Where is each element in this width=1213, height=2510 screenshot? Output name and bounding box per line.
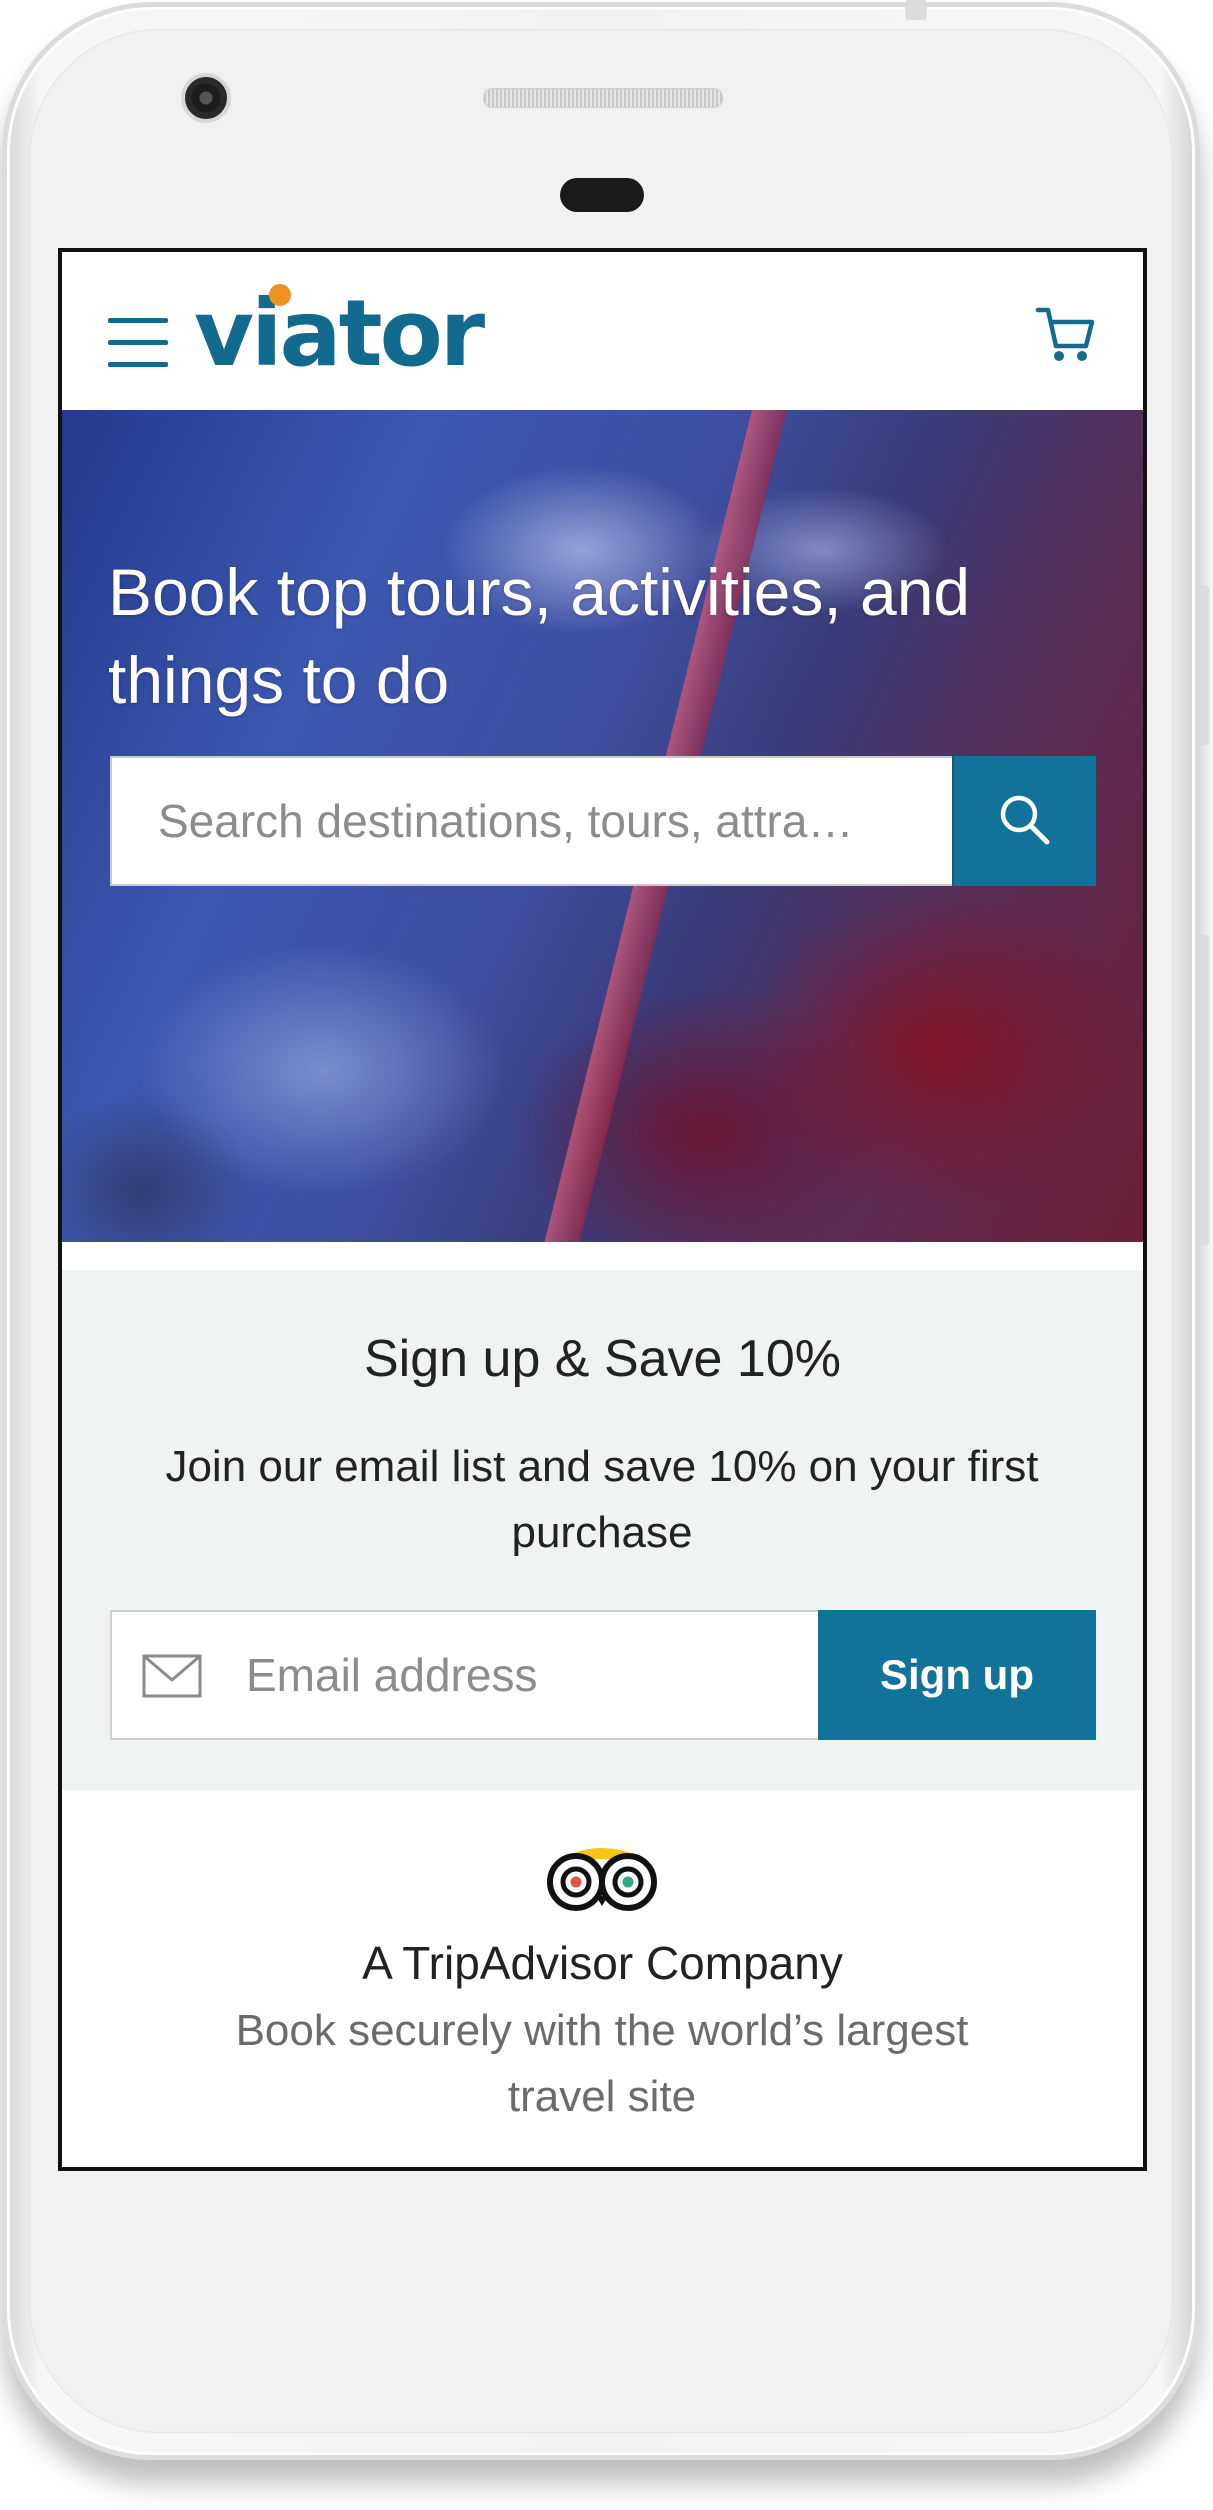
hero-banner: Book top tours, activities, and things t… — [62, 410, 1143, 1242]
logo-accent-dot — [269, 284, 291, 306]
search-bar — [110, 756, 1096, 886]
email-form: Sign up — [110, 1610, 1096, 1740]
phone-power-button — [1197, 585, 1209, 745]
hero-title: Book top tours, activities, and things t… — [108, 555, 971, 717]
newsletter-signup: Sign up & Save 10% Join our email list a… — [62, 1270, 1143, 1790]
hamburger-menu-icon[interactable] — [108, 318, 168, 368]
email-field[interactable] — [222, 1612, 812, 1738]
footer-tagline: Book securely with the world’s largest t… — [235, 2006, 969, 2121]
phone-screen: viator Book top tours, activities, and t… — [58, 248, 1147, 2171]
mail-icon — [142, 1654, 202, 1698]
brand-name: viator — [194, 280, 485, 387]
signup-description: Join our email list and save 10% on your… — [165, 1442, 1039, 1557]
viator-logo[interactable]: viator — [194, 274, 514, 394]
phone-top-button — [905, 0, 927, 20]
search-button[interactable] — [952, 756, 1096, 886]
proximity-sensor — [560, 178, 644, 212]
search-icon — [1000, 795, 1050, 844]
company-name: A TripAdvisor Company — [362, 1937, 843, 1989]
site-footer: A TripAdvisor Company Book securely with… — [62, 1790, 1143, 2167]
signup-title: Sign up & Save 10% — [364, 1330, 841, 1388]
search-input[interactable] — [112, 758, 952, 884]
site-header: viator — [62, 252, 1143, 410]
signup-button[interactable]: Sign up — [818, 1610, 1096, 1740]
front-camera — [181, 73, 231, 123]
shopping-cart-icon[interactable] — [1034, 304, 1098, 368]
earpiece-speaker — [483, 88, 723, 108]
phone-volume-button — [1197, 935, 1209, 1245]
tripadvisor-owl-icon — [547, 1848, 657, 1911]
